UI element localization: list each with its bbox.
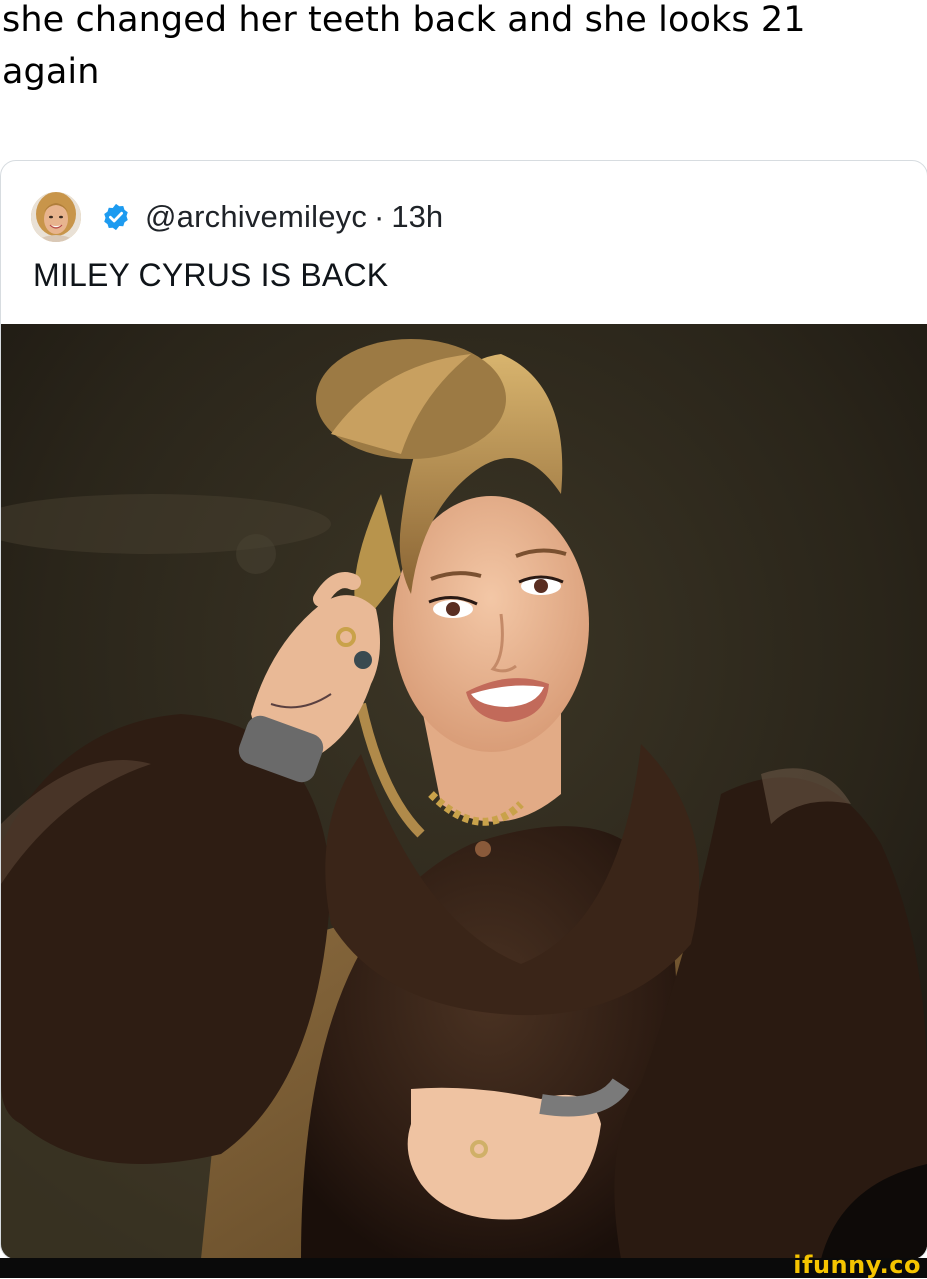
post-caption: she changed her teeth back and she looks… [2, 0, 806, 92]
tweet-photo[interactable] [1, 324, 927, 1259]
verified-badge-icon [101, 202, 131, 232]
tweet-text: MILEY CYRUS IS BACK [33, 257, 389, 293]
tweet-handle[interactable]: @archivemileyc [145, 199, 367, 235]
avatar[interactable] [31, 192, 81, 242]
quoted-tweet-card[interactable]: @archivemileyc · 13h MILEY CYRUS IS BACK [0, 160, 927, 1260]
watermark-bar [0, 1258, 927, 1278]
avatar-image [31, 192, 81, 242]
tweet-timestamp[interactable]: 13h [391, 199, 443, 235]
photo-illustration [1, 324, 927, 1259]
ifunny-watermark[interactable]: ifunny.co [793, 1251, 921, 1279]
tweet-header: @archivemileyc · 13h [31, 191, 443, 243]
dot-separator: · [374, 199, 385, 234]
